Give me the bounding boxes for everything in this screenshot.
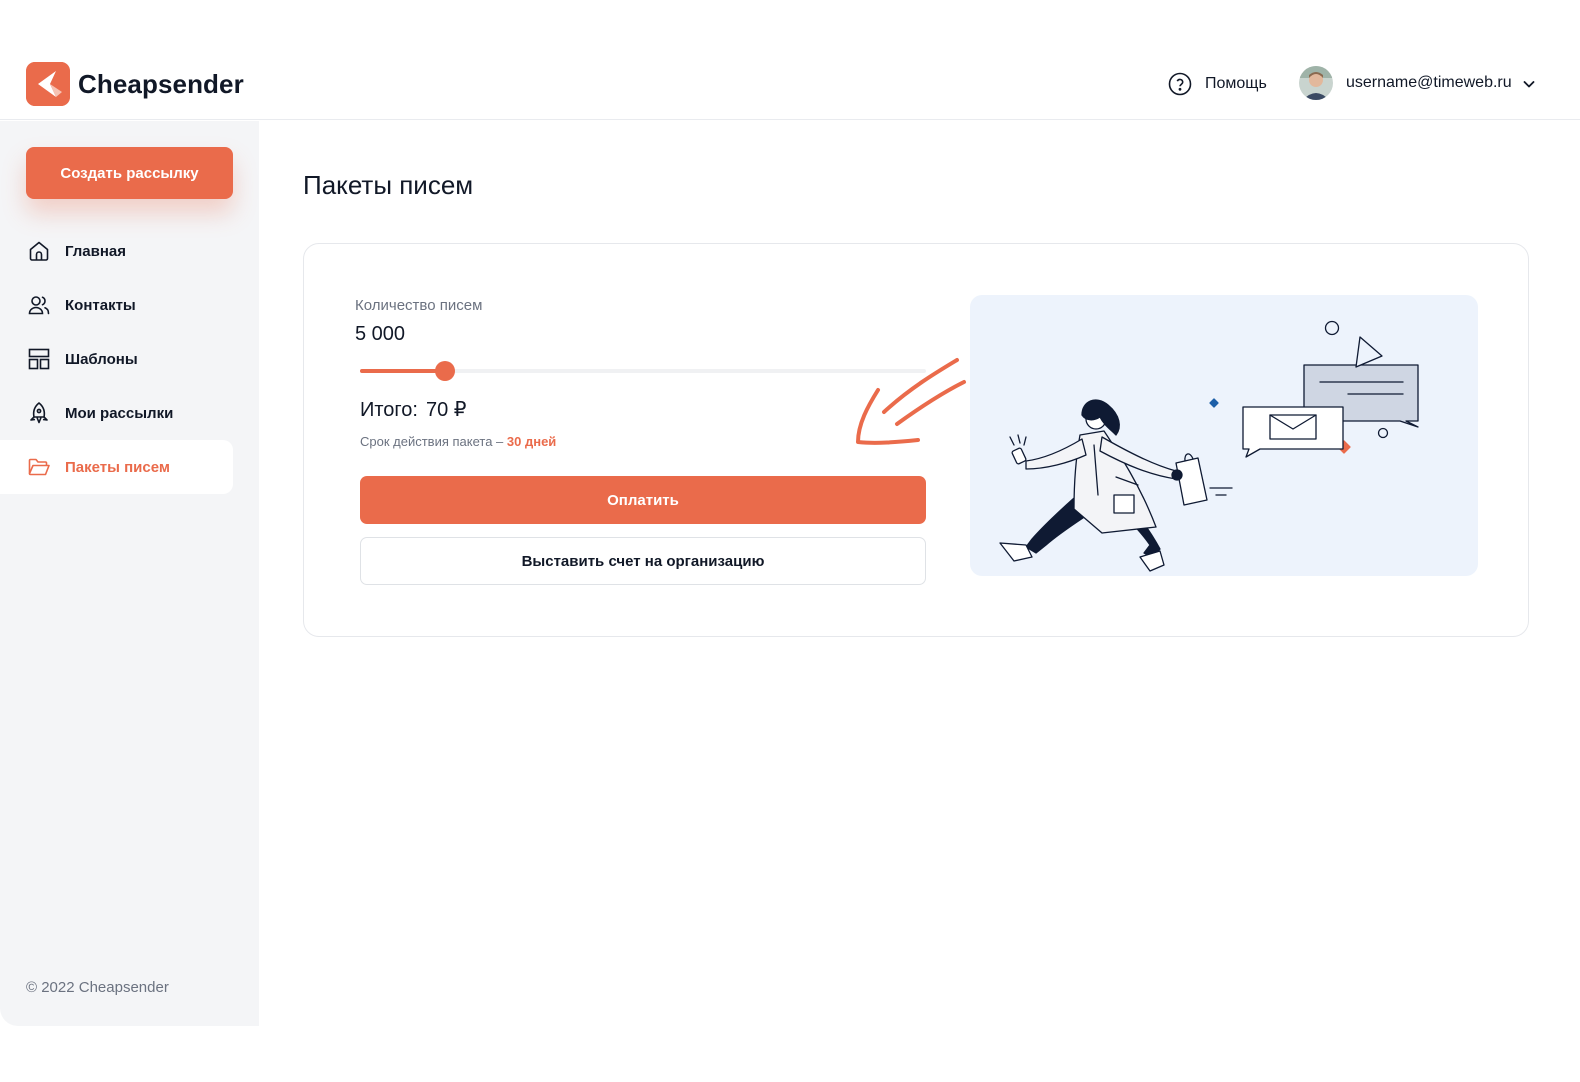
invoice-button[interactable]: Выставить счет на организацию	[360, 537, 926, 585]
arrow-decoration-icon	[856, 358, 966, 445]
user-email: username@timeweb.ru	[1346, 74, 1512, 91]
package-card: Количество писем 5 000 Итого: 70 ₽ Срок д…	[303, 243, 1529, 637]
total: Итого: 70 ₽	[360, 397, 467, 422]
cheapsender-logo-icon	[26, 62, 70, 106]
person-with-messages-illustration-icon	[999, 320, 1419, 572]
sidebar-nav: Главная Контакты Шаблоны Мои рассылки Па…	[0, 224, 259, 494]
templates-icon	[26, 346, 52, 372]
page-title: Пакеты писем	[303, 170, 474, 200]
home-icon	[26, 238, 52, 264]
quantity-value: 5 000	[355, 323, 406, 345]
quantity-label: Количество писем	[355, 297, 483, 314]
help-link[interactable]: Помощь	[1168, 72, 1267, 96]
sidebar: Создать рассылку Главная Контакты Шаблон…	[0, 121, 259, 1026]
help-label: Помощь	[1205, 75, 1267, 92]
chevron-down-icon	[1523, 81, 1535, 88]
pay-button[interactable]: Оплатить	[360, 476, 926, 524]
folder-icon	[26, 454, 52, 480]
logo[interactable]: Cheapsender	[26, 62, 244, 106]
copyright: © 2022 Cheapsender	[26, 979, 169, 996]
user-menu[interactable]: username@timeweb.ru	[1299, 66, 1536, 100]
slider-fill	[360, 369, 445, 373]
validity-text: Срок действия пакета –	[360, 434, 504, 449]
sidebar-item-label: Пакеты писем	[65, 458, 170, 476]
sidebar-item-contacts[interactable]: Контакты	[0, 278, 233, 332]
slider-thumb[interactable]	[434, 361, 455, 381]
sidebar-item-label: Мои рассылки	[65, 404, 174, 422]
logo-text: Cheapsender	[78, 68, 244, 99]
sidebar-item-templates[interactable]: Шаблоны	[0, 332, 233, 386]
create-campaign-button[interactable]: Создать рассылку	[26, 147, 233, 199]
rocket-icon	[26, 400, 52, 426]
sidebar-item-packages[interactable]: Пакеты писем	[0, 440, 233, 494]
sidebar-item-label: Контакты	[65, 296, 136, 314]
sidebar-item-label: Шаблоны	[65, 350, 138, 368]
total-label: Итого:	[360, 399, 418, 421]
quantity-slider[interactable]	[360, 361, 926, 381]
illustration	[970, 295, 1478, 576]
sidebar-item-home[interactable]: Главная	[0, 224, 233, 278]
contacts-icon	[26, 292, 52, 318]
sidebar-item-campaigns[interactable]: Мои рассылки	[0, 386, 233, 440]
help-icon	[1168, 72, 1192, 96]
top-header: Cheapsender Помощь username@timeweb.ru	[0, 0, 1580, 120]
sidebar-item-label: Главная	[65, 242, 127, 260]
validity-note: Срок действия пакета – 30 дней	[360, 434, 556, 449]
avatar	[1299, 66, 1333, 100]
validity-days: 30 дней	[506, 434, 557, 449]
total-value: 70 ₽	[425, 399, 467, 421]
